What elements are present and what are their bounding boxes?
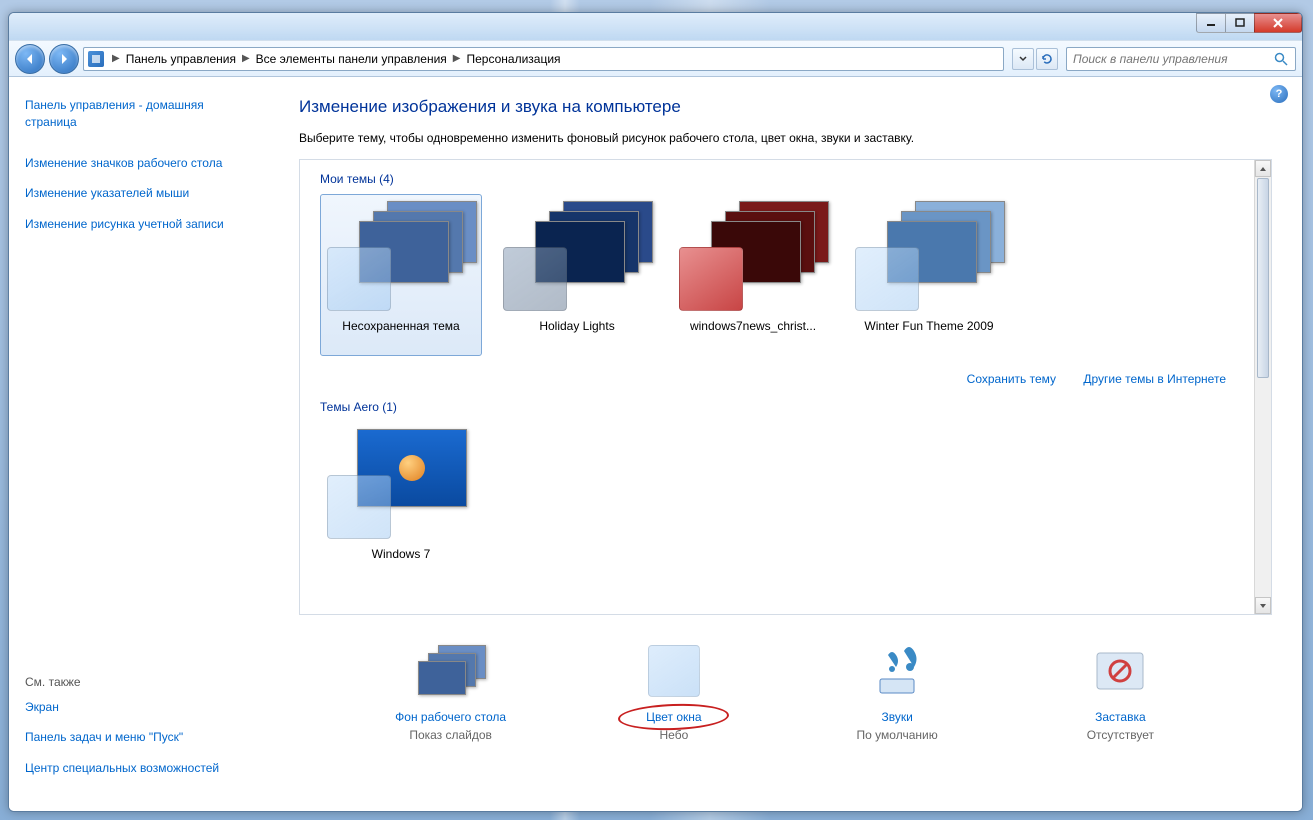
setting-icon bbox=[862, 645, 932, 700]
theme-label: Holiday Lights bbox=[503, 319, 651, 349]
scroll-thumb[interactable] bbox=[1257, 178, 1269, 378]
refresh-button[interactable] bbox=[1036, 48, 1058, 70]
chevron-right-icon: ▶ bbox=[240, 53, 252, 64]
navbar: ▶ Панель управления ▶ Все элементы панел… bbox=[9, 41, 1302, 77]
setting-color[interactable]: Цвет окна Небо bbox=[574, 645, 774, 742]
breadcrumb-item[interactable]: Все элементы панели управления bbox=[252, 52, 451, 66]
theme-thumbnail bbox=[327, 201, 477, 311]
dropdown-history-button[interactable] bbox=[1012, 48, 1034, 70]
theme-item[interactable]: Несохраненная тема bbox=[320, 194, 482, 356]
color-icon bbox=[639, 645, 709, 700]
window-color-swatch bbox=[327, 475, 391, 539]
setting-wall[interactable]: Фон рабочего стола Показ слайдов bbox=[351, 645, 551, 742]
maximize-button[interactable] bbox=[1225, 13, 1255, 33]
theme-item[interactable]: Windows 7 bbox=[320, 422, 482, 584]
setting-value: Показ слайдов bbox=[351, 728, 551, 742]
online-themes-link[interactable]: Другие темы в Интернете bbox=[1083, 372, 1226, 386]
close-button[interactable] bbox=[1254, 13, 1302, 33]
breadcrumb-item[interactable]: Персонализация bbox=[462, 52, 564, 66]
help-icon[interactable]: ? bbox=[1270, 85, 1288, 103]
setting-sound[interactable]: Звуки По умолчанию bbox=[797, 645, 997, 742]
setting-link[interactable]: Заставка bbox=[1020, 710, 1220, 724]
window-color-swatch bbox=[327, 247, 391, 311]
page-description: Выберите тему, чтобы одновременно измени… bbox=[299, 131, 1272, 145]
setting-link[interactable]: Фон рабочего стола bbox=[351, 710, 551, 724]
sidebar-footer-link[interactable]: Панель задач и меню "Пуск" bbox=[25, 729, 253, 746]
theme-item[interactable]: Winter Fun Theme 2009 bbox=[848, 194, 1010, 356]
wallpaper-icon bbox=[416, 645, 486, 700]
chevron-right-icon: ▶ bbox=[110, 53, 122, 64]
setting-value: Отсутствует bbox=[1020, 728, 1220, 742]
page-title: Изменение изображения и звука на компьют… bbox=[299, 97, 1272, 117]
breadcrumb-item[interactable]: Панель управления bbox=[122, 52, 240, 66]
group-aero-label: Темы Aero (1) bbox=[320, 400, 1251, 414]
scroll-up-button[interactable] bbox=[1255, 160, 1271, 177]
setting-saver[interactable]: Заставка Отсутствует bbox=[1020, 645, 1220, 742]
setting-link[interactable]: Звуки bbox=[797, 710, 997, 724]
back-button[interactable] bbox=[15, 44, 45, 74]
main-panel: ? Изменение изображения и звука на компь… bbox=[269, 77, 1302, 811]
themes-panel: Мои темы (4) Несохраненная тема Holiday L… bbox=[299, 159, 1272, 615]
search-box[interactable] bbox=[1066, 47, 1296, 71]
save-theme-link[interactable]: Сохранить тему bbox=[967, 372, 1056, 386]
scrollbar[interactable] bbox=[1254, 160, 1271, 614]
titlebar[interactable] bbox=[9, 13, 1302, 41]
theme-thumbnail bbox=[679, 201, 829, 311]
window-color-swatch bbox=[679, 247, 743, 311]
sidebar-seealso-label: См. также bbox=[25, 675, 253, 689]
window-color-swatch bbox=[855, 247, 919, 311]
address-bar[interactable]: ▶ Панель управления ▶ Все элементы панел… bbox=[83, 47, 1004, 71]
theme-label: Windows 7 bbox=[327, 547, 475, 577]
setting-link[interactable]: Цвет окна bbox=[646, 710, 701, 724]
forward-button[interactable] bbox=[49, 44, 79, 74]
group-my-themes-label: Мои темы (4) bbox=[320, 172, 1251, 186]
scroll-down-button[interactable] bbox=[1255, 597, 1271, 614]
theme-label: Winter Fun Theme 2009 bbox=[855, 319, 1003, 349]
setting-value: По умолчанию bbox=[797, 728, 997, 742]
theme-thumbnail bbox=[327, 429, 477, 539]
theme-item[interactable]: windows7news_christ... bbox=[672, 194, 834, 356]
setting-value: Небо bbox=[574, 728, 774, 742]
sidebar-footer-link[interactable]: Экран bbox=[25, 699, 253, 716]
sidebar-link[interactable]: Изменение указателей мыши bbox=[25, 185, 253, 202]
search-icon[interactable] bbox=[1273, 51, 1289, 67]
window-color-swatch bbox=[503, 247, 567, 311]
sidebar: Панель управления - домашняя страница Из… bbox=[9, 77, 269, 811]
theme-label: windows7news_christ... bbox=[679, 319, 827, 349]
theme-thumbnail bbox=[855, 201, 1005, 311]
setting-icon bbox=[1085, 645, 1155, 700]
theme-item[interactable]: Holiday Lights bbox=[496, 194, 658, 356]
sidebar-home-link[interactable]: Панель управления - домашняя страница bbox=[25, 97, 253, 131]
control-panel-icon bbox=[88, 51, 104, 67]
theme-thumbnail bbox=[503, 201, 653, 311]
chevron-right-icon: ▶ bbox=[451, 53, 463, 64]
theme-label: Несохраненная тема bbox=[327, 319, 475, 349]
sidebar-footer-link[interactable]: Центр специальных возможностей bbox=[25, 760, 253, 777]
search-input[interactable] bbox=[1073, 52, 1273, 66]
minimize-button[interactable] bbox=[1196, 13, 1226, 33]
sidebar-link[interactable]: Изменение рисунка учетной записи bbox=[25, 216, 253, 233]
window: ▶ Панель управления ▶ Все элементы панел… bbox=[8, 12, 1303, 812]
sidebar-link[interactable]: Изменение значков рабочего стола bbox=[25, 155, 253, 172]
